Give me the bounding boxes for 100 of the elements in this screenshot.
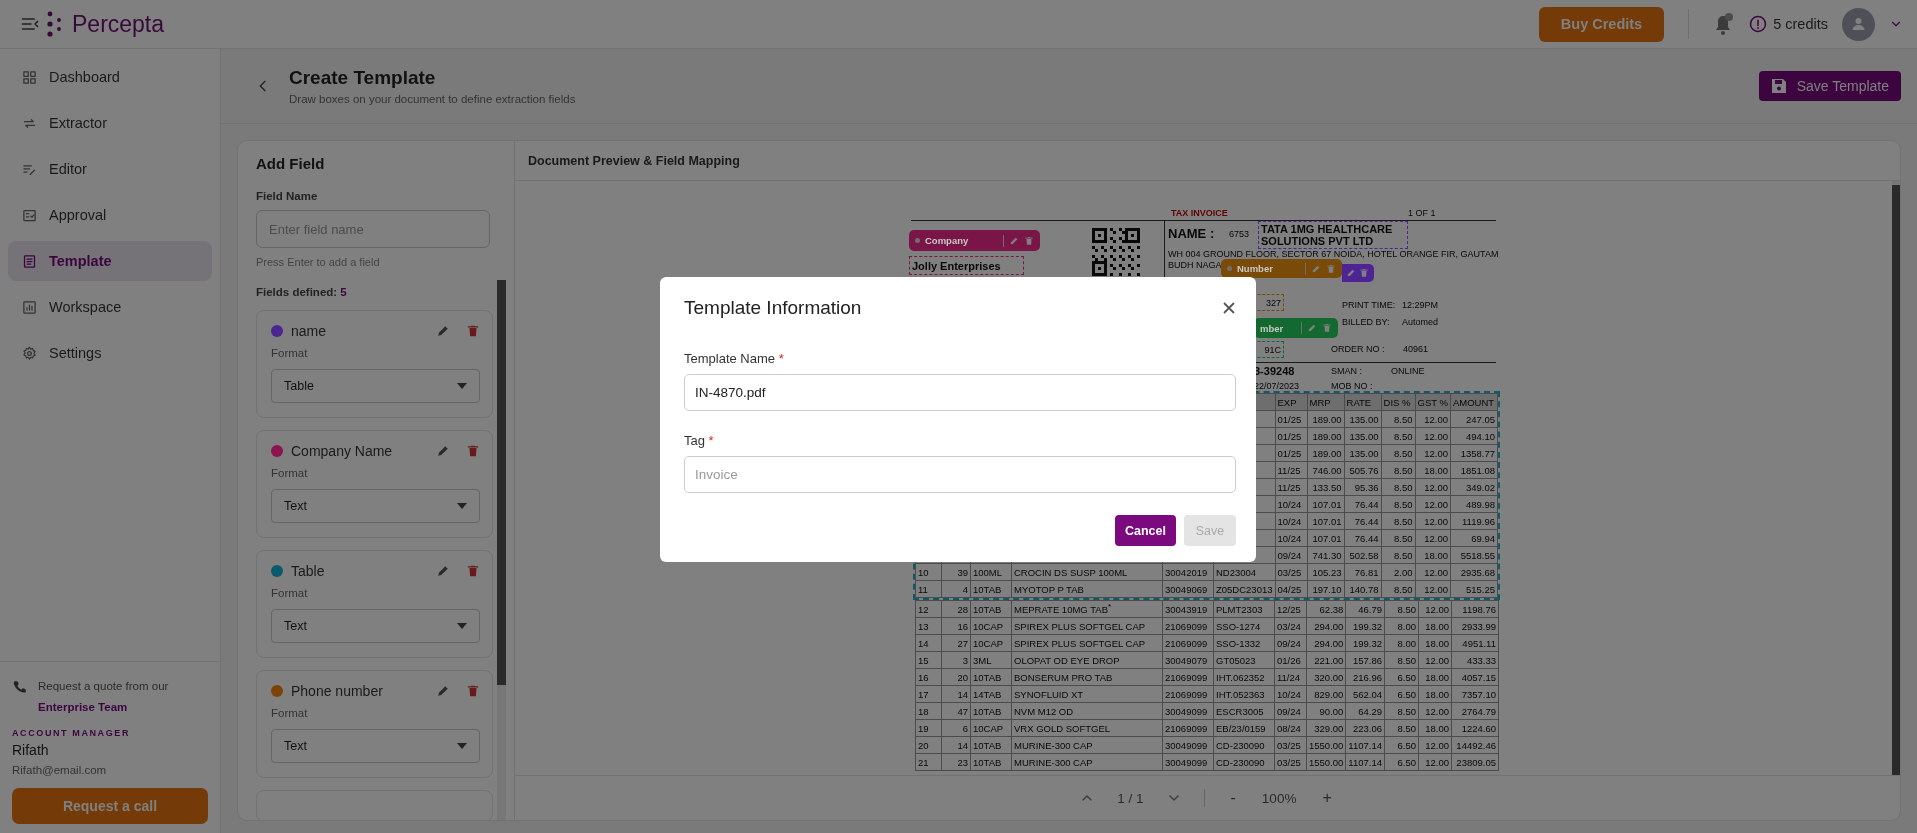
value-text: ONLINE (1391, 366, 1425, 377)
table-cell: 10TAB (970, 702, 1012, 720)
invoice-date: 22/07/2023 (1254, 381, 1300, 392)
sidebar-item[interactable]: Template (8, 241, 212, 281)
format-select[interactable]: Text (271, 489, 480, 523)
pencil-icon[interactable] (1311, 263, 1321, 274)
zoom-in-button[interactable]: + (1318, 789, 1336, 807)
trash-icon[interactable] (1326, 263, 1336, 274)
field-tag[interactable]: Number (1221, 259, 1342, 278)
table-cell: 23809.05 (1451, 753, 1499, 771)
close-icon[interactable] (1222, 301, 1236, 315)
trash-icon[interactable] (466, 324, 480, 338)
table-cell: 12.00 (1418, 753, 1452, 771)
field-tag[interactable] (1342, 264, 1374, 282)
cancel-button[interactable]: Cancel (1115, 515, 1176, 546)
scrollbar-thumb[interactable] (1892, 185, 1900, 775)
table-cell: 135.00 (1344, 427, 1381, 445)
trash-icon[interactable] (1359, 268, 1369, 278)
table-cell: ESCR3005 (1213, 702, 1275, 720)
table-cell: 11/25 (1275, 478, 1307, 496)
request-call-button[interactable]: Request a call (12, 788, 208, 824)
pencil-icon[interactable] (436, 564, 450, 578)
buy-credits-button[interactable]: Buy Credits (1538, 6, 1665, 42)
table-cell: 95.36 (1344, 478, 1381, 496)
table-cell: BONSERUM PRO TAB (1011, 668, 1163, 686)
table-cell: 19 (915, 719, 942, 737)
table-cell: 502.58 (1344, 546, 1381, 564)
table-cell: 8.50 (1384, 600, 1419, 618)
tag-input[interactable]: Invoice (684, 456, 1236, 493)
table-cell: 2935.68 (1450, 563, 1498, 581)
field-region[interactable]: Jolly Enterprises (909, 256, 1024, 275)
table-cell: 494.10 (1450, 427, 1498, 445)
pencil-icon[interactable] (1009, 235, 1019, 246)
format-label: Format (271, 707, 309, 719)
pencil-icon[interactable] (1346, 268, 1356, 278)
value-text: Automed (1402, 317, 1439, 328)
table-cell: 12/25 (1274, 600, 1307, 618)
bell-icon[interactable] (1713, 12, 1736, 36)
table-cell: 349.02 (1450, 478, 1498, 496)
table-cell: MYOTOP P TAB (1011, 580, 1163, 598)
trash-icon[interactable] (466, 684, 480, 698)
table-cell: ND23004 (1213, 563, 1275, 581)
format-select[interactable]: Table (271, 369, 480, 403)
table-cell: 30049079 (1162, 651, 1214, 669)
page-subtitle: Draw boxes on your document to define extraction fields (289, 93, 576, 105)
save-template-button[interactable]: Save Template (1758, 71, 1901, 101)
table-cell: 199.32 (1345, 617, 1385, 635)
field-region[interactable]: TATA 1MG HEALTHCARE SOLUTIONS PVT LTD (1258, 221, 1408, 249)
avatar-icon[interactable] (1842, 7, 1875, 41)
account-manager-label: ACCOUNT MANAGER (12, 728, 131, 738)
caret-icon (457, 383, 467, 389)
sidebar-item[interactable]: Extractor (8, 103, 212, 143)
sidebar-item[interactable]: Approval (8, 195, 212, 235)
pencil-icon[interactable] (1307, 323, 1317, 333)
field-tag[interactable]: Company (909, 230, 1040, 251)
format-select[interactable]: Text (271, 729, 480, 763)
table-cell: 12.00 (1418, 736, 1452, 754)
sidebar-item[interactable]: Workspace (8, 287, 212, 327)
sidebar-item[interactable]: Settings (8, 333, 212, 373)
table-cell: 14 (941, 736, 971, 754)
preview-title: Document Preview & Field Mapping (528, 153, 740, 168)
table-cell: 09/24 (1274, 634, 1307, 652)
table-cell: 18.00 (1418, 634, 1452, 652)
table-cell: Z05DC23013 (1213, 580, 1275, 598)
table-cell: 329.00 (1306, 719, 1346, 737)
sidebar-item[interactable]: Editor (8, 149, 212, 189)
table-cell: SYNOFLUID XT (1011, 685, 1163, 703)
field-tag[interactable]: mber (1254, 318, 1338, 338)
table-cell: 10TAB (970, 668, 1012, 686)
pencil-icon[interactable] (436, 444, 450, 458)
table-cell: 157.86 (1345, 651, 1385, 669)
field-label: Template Name * (684, 351, 785, 366)
pencil-icon[interactable] (436, 324, 450, 338)
trash-icon[interactable] (1024, 235, 1034, 246)
trash-icon[interactable] (466, 564, 480, 578)
scrollbar-thumb[interactable] (497, 280, 506, 685)
label-text: PRINT TIME: (1342, 300, 1396, 311)
field-label: Tag * (684, 433, 715, 448)
format-select[interactable]: Text (271, 609, 480, 643)
table-cell: 221.00 (1306, 651, 1346, 669)
region-text: TATA 1MG HEALTHCARE SOLUTIONS PVT LTD (1261, 223, 1394, 247)
table-cell: 107.01 (1307, 512, 1344, 530)
table-cell: 03/25 (1274, 736, 1307, 754)
table-cell: 10/24 (1275, 529, 1307, 547)
trash-icon[interactable] (1322, 323, 1332, 333)
trash-icon[interactable] (466, 444, 480, 458)
table-cell: 1107.14 (1345, 736, 1385, 754)
logo-icon (46, 11, 62, 37)
enterprise-team-link[interactable]: Enterprise Team (38, 701, 128, 713)
pencil-icon[interactable] (436, 684, 450, 698)
template-name-input[interactable]: IN-4870.pdf (684, 374, 1236, 411)
table-cell: 189.00 (1307, 444, 1344, 462)
table-cell: 01/25 (1275, 410, 1307, 428)
zoom-out-button[interactable]: - (1226, 789, 1240, 807)
fields-count: Fields defined: 5 (256, 286, 348, 298)
table-cell: 12.00 (1415, 410, 1451, 428)
table-cell: 135.00 (1344, 444, 1381, 462)
sidebar-item[interactable]: Dashboard (8, 57, 212, 97)
manager-email: Rifath@email.com (12, 764, 108, 776)
table-cell: 6.50 (1384, 668, 1419, 686)
